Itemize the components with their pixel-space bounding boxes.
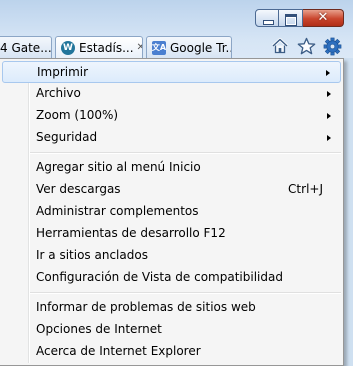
menu-item-herramientas-desarrollo[interactable]: Herramientas de desarrollo F12 [2, 223, 341, 245]
menu-item-label: Administrar complementos [36, 204, 199, 218]
submenu-arrow-icon [327, 91, 331, 97]
submenu-arrow-icon [326, 70, 330, 76]
tools-menu: Imprimir Archivo Zoom (100%) Seguridad A… [0, 58, 344, 366]
menu-item-zoom[interactable]: Zoom (100%) [2, 105, 341, 127]
menu-item-archivo[interactable]: Archivo [2, 83, 341, 105]
tab-google-translate[interactable]: 文A Google Tr... [146, 36, 232, 58]
tab-close-icon[interactable]: ✕ [134, 42, 142, 53]
menu-item-ver-descargas[interactable]: Ver descargas Ctrl+J [2, 179, 341, 201]
menu-item-label: Herramientas de desarrollo F12 [36, 226, 226, 240]
menu-item-informar-problemas[interactable]: Informar de problemas de sitios web [2, 297, 341, 319]
menu-item-agregar-sitio[interactable]: Agregar sitio al menú Inicio [2, 157, 341, 179]
tab-label: Estadís... [79, 40, 134, 55]
menu-item-label: Ver descargas [36, 182, 121, 196]
browser-frame: ✕ 4 Gate... W Estadís... ✕ 文A Google Tr.… [0, 0, 353, 58]
favorites-star-icon[interactable] [296, 36, 316, 56]
menu-item-label: Seguridad [36, 130, 98, 144]
submenu-arrow-icon [327, 135, 331, 141]
tab-label: 4 Gate... [0, 40, 52, 55]
maximize-button[interactable] [279, 9, 303, 27]
menu-item-label: Informar de problemas de sitios web [36, 300, 256, 314]
tab-gate[interactable]: 4 Gate... [0, 36, 52, 58]
menu-item-label: Archivo [36, 86, 81, 100]
tab-label: Google Tr... [170, 40, 232, 55]
close-icon: ✕ [317, 10, 329, 25]
menu-item-label: Imprimir [37, 65, 89, 79]
menu-item-label: Configuración de Vista de compatibilidad [36, 270, 283, 284]
maximize-icon [279, 10, 302, 26]
tab-estadisticas[interactable]: W Estadís... ✕ [55, 36, 143, 58]
command-icons [270, 36, 342, 56]
window-controls: ✕ [255, 9, 344, 27]
menu-item-administrar-complementos[interactable]: Administrar complementos [2, 201, 341, 223]
minimize-icon [256, 10, 278, 26]
menu-item-label: Agregar sitio al menú Inicio [36, 160, 201, 174]
google-translate-icon: 文A [152, 40, 166, 55]
menu-separator [30, 292, 341, 294]
menu-item-label: Ir a sitios anclados [36, 248, 148, 262]
menu-item-label: Opciones de Internet [36, 322, 162, 336]
wordpress-icon: W [61, 40, 75, 55]
home-icon[interactable] [270, 36, 290, 56]
menu-separator [30, 152, 341, 154]
menu-item-vista-compatibilidad[interactable]: Configuración de Vista de compatibilidad [2, 267, 341, 289]
menu-item-imprimir[interactable]: Imprimir [2, 61, 341, 83]
menu-item-seguridad[interactable]: Seguridad [2, 127, 341, 149]
close-button[interactable]: ✕ [303, 9, 344, 27]
menu-item-opciones-internet[interactable]: Opciones de Internet [2, 319, 341, 341]
tools-gear-icon[interactable] [322, 36, 342, 56]
menu-item-label: Zoom (100%) [36, 108, 119, 122]
menu-item-acerca-de[interactable]: Acerca de Internet Explorer [2, 341, 341, 363]
tab-bar: 4 Gate... W Estadís... ✕ 文A Google Tr... [0, 36, 232, 58]
minimize-button[interactable] [255, 9, 279, 27]
menu-item-label: Acerca de Internet Explorer [36, 344, 201, 358]
submenu-arrow-icon [327, 113, 331, 119]
menu-item-sitios-anclados[interactable]: Ir a sitios anclados [2, 245, 341, 267]
menu-item-shortcut: Ctrl+J [288, 182, 323, 196]
